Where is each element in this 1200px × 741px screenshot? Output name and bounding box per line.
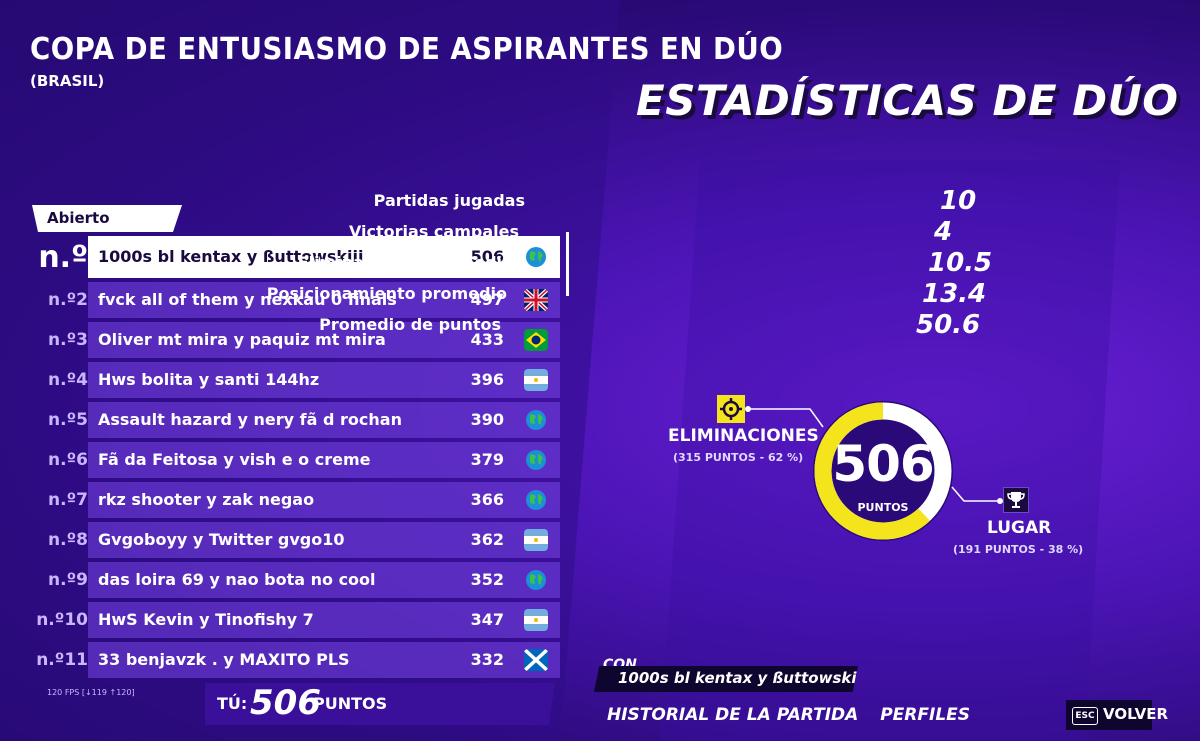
team-name: Assault hazard y nery fã d rochan [98, 410, 402, 429]
stat-value: 10.5 [928, 248, 993, 278]
row-box: das loira 69 y nao bota no cool 352 [88, 562, 560, 598]
donut-total: 506 [832, 435, 933, 493]
team-score: 347 [470, 610, 504, 629]
row-rank: n.º5 [48, 410, 88, 430]
leaderboard-row[interactable]: n.º7 rkz shooter y zak negao 366 [32, 480, 560, 520]
row-rank: n.º [38, 240, 88, 275]
argentina-flag-icon [524, 529, 548, 551]
team-name: 33 benjavzk . y MAXITO PLS [98, 650, 350, 669]
page-title: COPA DE ENTUSIASMO DE ASPIRANTES EN DÚO [30, 32, 784, 67]
fps-counter: 120 FPS [↓119 ↑120] [47, 688, 135, 697]
team-name: Fã da Feitosa y vish e o creme [98, 450, 371, 469]
team-name: das loira 69 y nao bota no cool [98, 570, 376, 589]
back-button[interactable]: ESC VOLVER [1066, 700, 1168, 730]
leaderboard-row[interactable]: n.º4 Hws bolita y santi 144hz 396 [32, 360, 560, 400]
bottom-tabs: HISTORIAL DE LA PARTIDA PERFILES [607, 705, 986, 725]
tab-abierto[interactable]: Abierto [32, 205, 182, 232]
team-score: 390 [470, 410, 504, 429]
stat-value: 50.6 [916, 310, 981, 340]
tab-match-history[interactable]: HISTORIAL DE LA PARTIDA [607, 705, 858, 725]
your-score-label: TÚ: [217, 694, 248, 713]
stats-title: ESTADÍSTICAS DE DÚO [636, 76, 1179, 125]
globe-flag-icon [524, 449, 548, 471]
leaderboard-row[interactable]: n.º8 Gvgoboyy y Twitter gvgo10 362 [32, 520, 560, 560]
team-score: 332 [470, 650, 504, 669]
row-rank: n.º9 [48, 570, 88, 590]
points-donut-chart: 506 PUNTOS [813, 401, 953, 541]
row-rank: n.º4 [48, 370, 88, 390]
team-score: 366 [470, 490, 504, 509]
team-score: 396 [470, 370, 504, 389]
leaderboard-row[interactable]: n.º9 das loira 69 y nao bota no cool 352 [32, 560, 560, 600]
esc-key-icon: ESC [1072, 707, 1098, 725]
uk-flag-icon [524, 289, 548, 311]
globe-flag-icon [524, 409, 548, 431]
crosshair-icon [717, 395, 745, 423]
teammate-box: 1000s bl kentax y ßuttowskiii [594, 666, 858, 692]
argentina-flag-icon [524, 369, 548, 391]
row-box: Fã da Feitosa y vish e o creme 379 [88, 442, 560, 478]
page-subtitle: (BRASIL) [30, 72, 105, 90]
leaderboard-row[interactable]: n.º10 HwS Kevin y Tinofishy 7 347 [32, 600, 560, 640]
row-rank: n.º2 [48, 290, 88, 310]
team-name: HwS Kevin y Tinofishy 7 [98, 610, 314, 629]
row-rank: n.º11 [36, 650, 88, 670]
donut-unit: PUNTOS [858, 501, 909, 514]
placement-label: LUGAR [987, 518, 1052, 538]
team-name: rkz shooter y zak negao [98, 490, 315, 509]
row-box: HwS Kevin y Tinofishy 7 347 [88, 602, 560, 638]
eliminations-points: (315 PUNTOS - 62 %) [673, 451, 804, 464]
leaderboard-row[interactable]: n.º6 Fã da Feitosa y vish e o creme 379 [32, 440, 560, 480]
brazil-flag-icon [524, 329, 548, 351]
row-rank: n.º10 [36, 610, 88, 630]
row-rank: n.º8 [48, 530, 88, 550]
stat-label: Posicionamiento promedio [266, 284, 507, 303]
scotland-flag-icon [524, 649, 548, 671]
stat-value: 10 [940, 186, 977, 216]
row-box: Gvgoboyy y Twitter gvgo10 362 [88, 522, 560, 558]
team-score: 362 [470, 530, 504, 549]
row-rank: n.º3 [48, 330, 88, 350]
row-rank: n.º7 [48, 490, 88, 510]
your-score: TÚ: 506 PUNTOS [205, 683, 555, 725]
globe-flag-icon [524, 246, 548, 268]
team-name: Hws bolita y santi 144hz [98, 370, 320, 389]
team-score: 379 [470, 450, 504, 469]
leaderboard-row[interactable]: n.º5 Assault hazard y nery fã d rochan 390 [32, 400, 560, 440]
row-rank: n.º6 [48, 450, 88, 470]
eliminations-label: ELIMINACIONES [668, 426, 819, 446]
stat-label: Eliminaciones promedio [297, 253, 513, 272]
your-score-unit: PUNTOS [313, 694, 388, 713]
row-box: Hws bolita y santi 144hz 396 [88, 362, 560, 398]
row-box: Assault hazard y nery fã d rochan 390 [88, 402, 560, 438]
trophy-icon [1003, 487, 1029, 513]
stat-label: Victorias campales [348, 222, 519, 241]
tab-profiles[interactable]: PERFILES [880, 705, 970, 725]
stat-label: Promedio de puntos [319, 315, 501, 334]
stat-value: 13.4 [922, 279, 987, 309]
leaderboard-scrollbar[interactable] [566, 232, 569, 296]
team-name: Gvgoboyy y Twitter gvgo10 [98, 530, 345, 549]
argentina-flag-icon [524, 609, 548, 631]
row-box: rkz shooter y zak negao 366 [88, 482, 560, 518]
globe-flag-icon [524, 489, 548, 511]
your-score-value: 506 [250, 683, 321, 723]
globe-flag-icon [524, 569, 548, 591]
team-score: 352 [470, 570, 504, 589]
placement-points: (191 PUNTOS - 38 %) [953, 543, 1084, 556]
stat-label: Partidas jugadas [373, 191, 525, 210]
leaderboard-row[interactable]: n.º11 33 benjavzk . y MAXITO PLS 332 [32, 640, 560, 680]
teammate-name: 1000s bl kentax y ßuttowskiii [618, 669, 867, 687]
stat-value: 4 [934, 217, 953, 247]
row-box: 33 benjavzk . y MAXITO PLS 332 [88, 642, 560, 678]
back-label: VOLVER [1103, 705, 1168, 723]
